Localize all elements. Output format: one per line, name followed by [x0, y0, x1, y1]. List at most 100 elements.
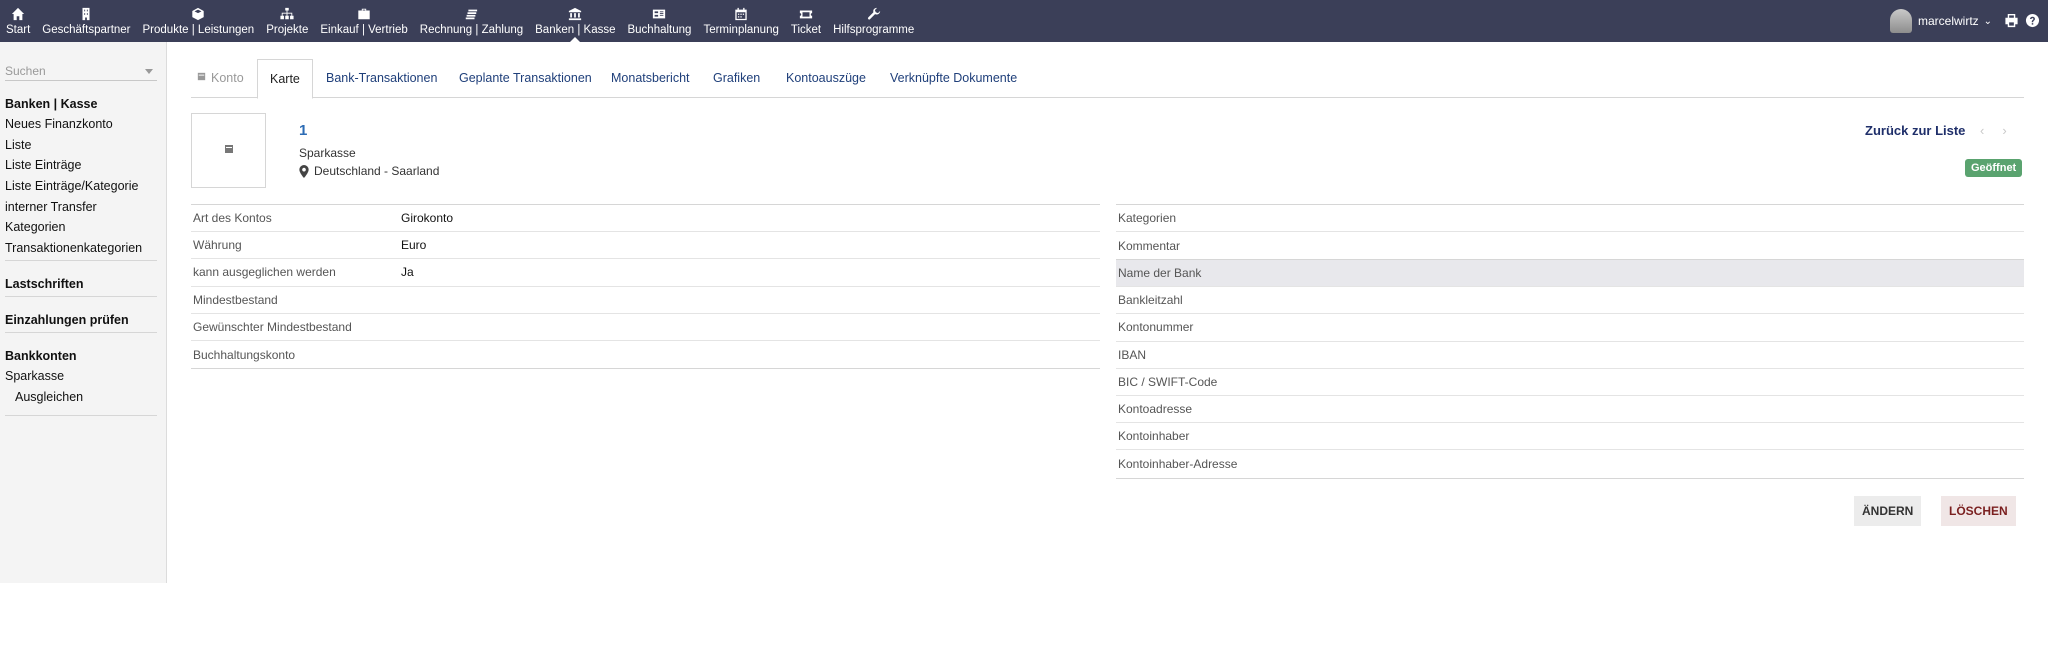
sidebar-item-transaktionenkategorien[interactable]: Transaktionenkategorien [5, 238, 142, 259]
cube-icon [190, 6, 206, 22]
sidebar-item-liste-eintraege[interactable]: Liste Einträge [5, 155, 142, 176]
tab-grafiken[interactable]: Grafiken [713, 59, 760, 98]
nav-geschaeftspartner[interactable]: Geschäftspartner [36, 0, 136, 42]
nav-rechnung[interactable]: Rechnung | Zahlung [414, 0, 529, 42]
field-value: Ja [401, 265, 414, 280]
sidebar-item-ausgleichen[interactable]: Ausgleichen [5, 387, 83, 408]
table-row: IBAN [1116, 342, 2024, 369]
sidebar-title-lastschriften[interactable]: Lastschriften [5, 274, 84, 294]
nav-label: Banken | Kasse [535, 24, 616, 36]
field-label: Kontoinhaber [1118, 429, 1190, 444]
table-row: kann ausgeglichen werden Ja [191, 259, 1100, 287]
sidebar-title-einzahlungen[interactable]: Einzahlungen prüfen [5, 310, 129, 330]
field-label: kann ausgeglichen werden [193, 265, 336, 280]
tab-label: Bank-Transaktionen [326, 71, 438, 85]
nav-label: Terminplanung [703, 24, 779, 36]
nav-start[interactable]: Start [0, 0, 36, 42]
nav-projekte[interactable]: Projekte [260, 0, 314, 42]
tab-monatsbericht[interactable]: Monatsbericht [611, 59, 690, 98]
nav-label: Produkte | Leistungen [142, 24, 255, 36]
tab-bank-transaktionen[interactable]: Bank-Transaktionen [326, 59, 437, 98]
delete-button[interactable]: LÖSCHEN [1941, 496, 2016, 526]
sidebar-item-liste-eintraege-kategorie[interactable]: Liste Einträge/Kategorie [5, 176, 142, 197]
location: Deutschland - Saarland [299, 164, 439, 178]
tab-konto[interactable]: Konto [196, 59, 244, 98]
tab-label: Grafiken [713, 71, 761, 85]
sidebar-title-banken[interactable]: Banken | Kasse [5, 94, 142, 114]
field-value: Euro [401, 238, 427, 253]
help-icon[interactable] [2025, 13, 2040, 31]
sidebar-item-sparkasse[interactable]: Sparkasse [5, 366, 83, 387]
tab-label: Karte [270, 72, 300, 86]
field-label: Name der Bank [1118, 266, 1202, 281]
sidebar-item-interner-transfer[interactable]: interner Transfer [5, 197, 142, 218]
account-notes-table: Kategorien Kommentar [1116, 204, 2024, 261]
account-picture [191, 113, 266, 188]
field-label: Kontoadresse [1118, 402, 1193, 417]
divider [5, 415, 157, 416]
print-icon[interactable] [2004, 13, 2019, 31]
previous-icon[interactable]: ‹ [1980, 123, 1984, 138]
bank-card-icon [223, 143, 235, 158]
sidebar-item-kategorien[interactable]: Kategorien [5, 217, 142, 238]
tab-bar: Konto Karte Bank-Transaktionen Geplante … [191, 59, 2024, 99]
table-row: Name der Bank [1116, 260, 2024, 288]
nav-label: Start [6, 24, 31, 36]
nav-hilfsprogramme[interactable]: Hilfsprogramme [827, 0, 920, 42]
nav-ticket[interactable]: Ticket [785, 0, 827, 42]
nav-buchhaltung[interactable]: Buchhaltung [621, 0, 697, 42]
table-row: Gewünschter Mindestbestand [191, 314, 1100, 341]
table-row: Kontoinhaber [1116, 423, 2024, 451]
nav-banken-kasse[interactable]: Banken | Kasse [529, 0, 621, 42]
home-icon [10, 6, 26, 22]
tab-verknuepfte-dokumente[interactable]: Verknüpfte Dokumente [890, 59, 1017, 98]
nav-einkauf[interactable]: Einkauf | Vertrieb [314, 0, 413, 42]
sidebar: Suchen Banken | Kasse Neues Finanzkonto … [0, 42, 167, 583]
sidebar-item-neues-finanzkonto[interactable]: Neues Finanzkonto [5, 114, 142, 135]
chevron-down-icon: ⌄ [1983, 15, 1993, 27]
nav-label: Ticket [790, 24, 822, 36]
table-row: Kontonummer [1116, 314, 2024, 342]
sidebar-section-einzahlungen: Einzahlungen prüfen [5, 310, 129, 330]
status-badge: Geöffnet [1965, 159, 2023, 177]
search-select[interactable]: Suchen [5, 61, 157, 81]
account-ref[interactable]: 1 [299, 122, 307, 139]
record-pager: ‹ › [1980, 123, 2007, 138]
top-icons [2004, 13, 2040, 31]
field-label: Buchhaltungskonto [193, 347, 296, 362]
nav-label: Einkauf | Vertrieb [320, 24, 408, 36]
divider [5, 260, 157, 261]
modify-button[interactable]: ÄNDERN [1854, 496, 1922, 526]
back-to-list-link[interactable]: Zurück zur Liste [1865, 123, 1965, 138]
table-row: Währung Euro [191, 232, 1100, 260]
chevron-down-icon [145, 69, 153, 74]
next-icon[interactable]: › [2002, 123, 2006, 138]
table-row: Kontoadresse [1116, 396, 2024, 424]
search-placeholder: Suchen [5, 64, 46, 78]
sidebar-title-bankkonten[interactable]: Bankkonten [5, 346, 83, 366]
coins-icon [463, 6, 479, 22]
wrench-icon [866, 6, 882, 22]
nav-terminplanung[interactable]: Terminplanung [697, 0, 784, 42]
tab-karte[interactable]: Karte [257, 59, 313, 99]
table-row: Kontoinhaber-Adresse [1116, 450, 2024, 477]
tab-label: Konto [211, 71, 244, 85]
tab-geplante-transaktionen[interactable]: Geplante Transaktionen [459, 59, 592, 98]
field-label: Gewünschter Mindestbestand [193, 319, 352, 334]
sidebar-section-banken: Banken | Kasse Neues Finanzkonto Liste L… [5, 94, 142, 259]
table-row: Art des Kontos Girokonto [191, 205, 1100, 233]
bank-icon [567, 6, 583, 22]
divider [5, 332, 157, 333]
divider [5, 296, 157, 297]
field-label: Kategorien [1118, 211, 1177, 226]
tab-label: Monatsbericht [611, 71, 690, 85]
sidebar-section-bankkonten: Bankkonten Sparkasse Ausgleichen [5, 346, 83, 407]
tab-label: Kontoauszüge [786, 71, 866, 85]
map-marker-icon [299, 164, 309, 178]
user-menu[interactable]: marcelwirtz ⌄ [1890, 7, 1992, 35]
nav-produkte[interactable]: Produkte | Leistungen [137, 0, 261, 42]
nav-label: Buchhaltung [627, 24, 692, 36]
calendar-icon [733, 6, 749, 22]
sidebar-item-liste[interactable]: Liste [5, 135, 142, 156]
tab-kontoauszuege[interactable]: Kontoauszüge [786, 59, 866, 98]
